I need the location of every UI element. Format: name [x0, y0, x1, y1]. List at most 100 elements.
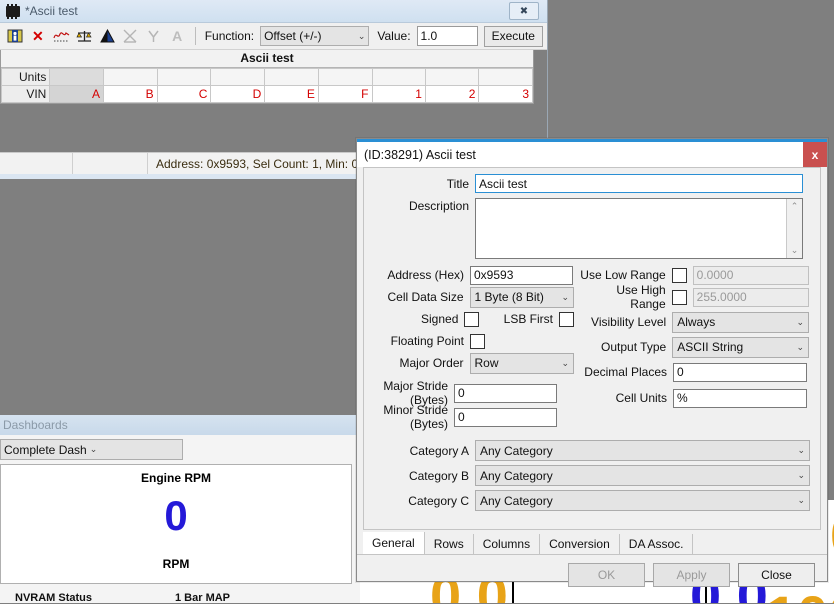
- close-icon[interactable]: x: [803, 142, 827, 167]
- cell-units-value: %: [677, 391, 688, 405]
- category-c-value: Any Category: [480, 493, 553, 508]
- high-range-value: 255.0000: [696, 290, 747, 304]
- major-order-label: Major Order: [399, 356, 464, 370]
- cell-properties-dialog: (ID:38291) Ascii test x Title Ascii test…: [356, 138, 828, 587]
- function-label: Function:: [204, 29, 255, 43]
- grid-cell[interactable]: A: [49, 85, 105, 103]
- map-label: 1 Bar MAP: [175, 592, 231, 604]
- chevron-up-icon[interactable]: ⌃: [791, 201, 799, 212]
- grid-cell[interactable]: D: [210, 85, 266, 103]
- use-high-range-row: Use High Range 255.0000: [579, 283, 809, 311]
- grid-cell[interactable]: B: [103, 85, 158, 103]
- apply-button: Apply: [653, 563, 730, 587]
- units-cell[interactable]: [424, 68, 480, 86]
- address-input-value: 0x9593: [474, 268, 514, 282]
- chevron-down-icon: ⌄: [797, 470, 805, 480]
- visibility-level-row: Visibility Level Always ⌄: [579, 311, 809, 333]
- signed-checkbox[interactable]: [464, 311, 480, 327]
- category-a-label: Category A: [409, 443, 469, 458]
- toolbar-separator: [194, 27, 196, 45]
- tab-da-assoc[interactable]: DA Assoc.: [620, 534, 694, 554]
- value-label: Value:: [377, 29, 411, 43]
- category-b-select[interactable]: Any Category ⌄: [475, 465, 810, 486]
- decimal-places-input[interactable]: 0: [673, 362, 807, 382]
- visibility-level-label: Visibility Level: [591, 315, 667, 329]
- use-low-range-checkbox[interactable]: [671, 267, 687, 283]
- cell-units-row: Cell Units %: [579, 387, 809, 409]
- category-a-select[interactable]: Any Category ⌄: [475, 440, 810, 461]
- table-row: Units: [0, 68, 533, 86]
- left-column: Address (Hex) 0x9593 Cell Data Size 1 By…: [374, 264, 574, 431]
- category-c-select[interactable]: Any Category ⌄: [475, 490, 810, 511]
- value-input[interactable]: 1.0: [416, 26, 478, 46]
- tab-conversion[interactable]: Conversion: [540, 534, 620, 554]
- close-button[interactable]: Close: [738, 563, 815, 587]
- units-cell[interactable]: [478, 68, 533, 86]
- execute-button[interactable]: Execute: [483, 25, 543, 47]
- output-type-row: Output Type ASCII String ⌄: [579, 336, 809, 358]
- lsb-first-checkbox[interactable]: [559, 311, 574, 327]
- tab-general[interactable]: General: [363, 532, 425, 554]
- dialog-tabs: General Rows Columns Conversion DA Assoc…: [357, 532, 827, 555]
- units-cell[interactable]: [49, 68, 105, 86]
- signed-label: Signed: [421, 312, 459, 326]
- sort-up-icon: [143, 25, 164, 47]
- delta-icon[interactable]: [97, 25, 118, 47]
- description-row: Description ⌃ ⌄: [364, 198, 820, 259]
- grid-cell[interactable]: F: [317, 85, 373, 103]
- units-cell[interactable]: [371, 68, 426, 86]
- cell-data-size-select[interactable]: 1 Byte (8 Bit) ⌄: [469, 286, 574, 308]
- address-input[interactable]: 0x9593: [470, 265, 573, 285]
- delete-icon[interactable]: ✕: [27, 25, 48, 47]
- title-input[interactable]: Ascii test: [475, 174, 803, 193]
- major-stride-input[interactable]: 0: [454, 383, 557, 403]
- decimal-places-value: 0: [677, 365, 684, 379]
- grid-cell[interactable]: 2: [424, 85, 480, 103]
- tab-rows[interactable]: Rows: [425, 534, 474, 554]
- minor-stride-input[interactable]: 0: [454, 407, 557, 427]
- output-type-select[interactable]: ASCII String ⌄: [672, 336, 809, 358]
- edit-properties-icon[interactable]: [4, 25, 25, 47]
- scale-balance-icon[interactable]: [74, 25, 95, 47]
- units-cell[interactable]: [317, 68, 373, 86]
- visibility-level-value: Always: [677, 315, 716, 329]
- major-order-value: Row: [474, 356, 499, 370]
- graph-icon[interactable]: [50, 25, 71, 47]
- category-b-value: Any Category: [480, 468, 553, 483]
- chevron-down-icon: ⌄: [796, 316, 804, 327]
- dashboard-select-value: Complete Dash: [4, 442, 87, 457]
- grid-cell[interactable]: 1: [371, 85, 426, 103]
- use-high-range-checkbox[interactable]: [671, 289, 687, 305]
- tab-columns[interactable]: Columns: [474, 534, 541, 554]
- grid-cell[interactable]: C: [156, 85, 212, 103]
- high-range-input: 255.0000: [692, 287, 809, 307]
- units-cell[interactable]: [156, 68, 212, 86]
- chevron-down-icon[interactable]: ⌄: [791, 245, 799, 256]
- grid-cell[interactable]: E: [264, 85, 319, 103]
- title-row: Title Ascii test: [364, 174, 820, 193]
- cell-units-input[interactable]: %: [673, 388, 807, 408]
- chevron-down-icon: ⌄: [797, 445, 805, 455]
- category-area: Category A Any Category ⌄ Category B Any…: [364, 438, 820, 513]
- chevron-down-icon: ⌄: [561, 291, 569, 302]
- dialog-title: (ID:38291) Ascii test: [364, 147, 476, 162]
- units-cell[interactable]: [103, 68, 158, 86]
- visibility-level-select[interactable]: Always ⌄: [672, 311, 809, 333]
- description-scrollbar[interactable]: ⌃ ⌄: [786, 199, 802, 258]
- major-order-select[interactable]: Row ⌄: [469, 352, 574, 374]
- status-bar-text: Address: 0x9593, Sel Count: 1, Min: 0.00: [156, 157, 375, 171]
- decimal-places-label: Decimal Places: [584, 365, 667, 379]
- grid-cell[interactable]: 3: [478, 85, 533, 103]
- function-select[interactable]: Offset (+/-) ⌄: [260, 26, 370, 46]
- signed-row: Signed LSB First: [374, 308, 574, 330]
- description-textarea[interactable]: ⌃ ⌄: [475, 198, 803, 259]
- editor-toolbar: ✕ A Function: Offset (+/-) ⌄ Value: 1.0 …: [0, 23, 547, 50]
- floating-point-checkbox[interactable]: [470, 333, 485, 349]
- decimal-places-row: Decimal Places 0: [579, 361, 809, 383]
- editor-close-button[interactable]: ✖: [509, 2, 539, 20]
- units-cell[interactable]: [210, 68, 266, 86]
- dashboard-select[interactable]: Complete Dash ⌄: [0, 439, 183, 460]
- units-cell[interactable]: [264, 68, 319, 86]
- ok-button: OK: [568, 563, 645, 587]
- gauge-title: Engine RPM: [140, 471, 211, 485]
